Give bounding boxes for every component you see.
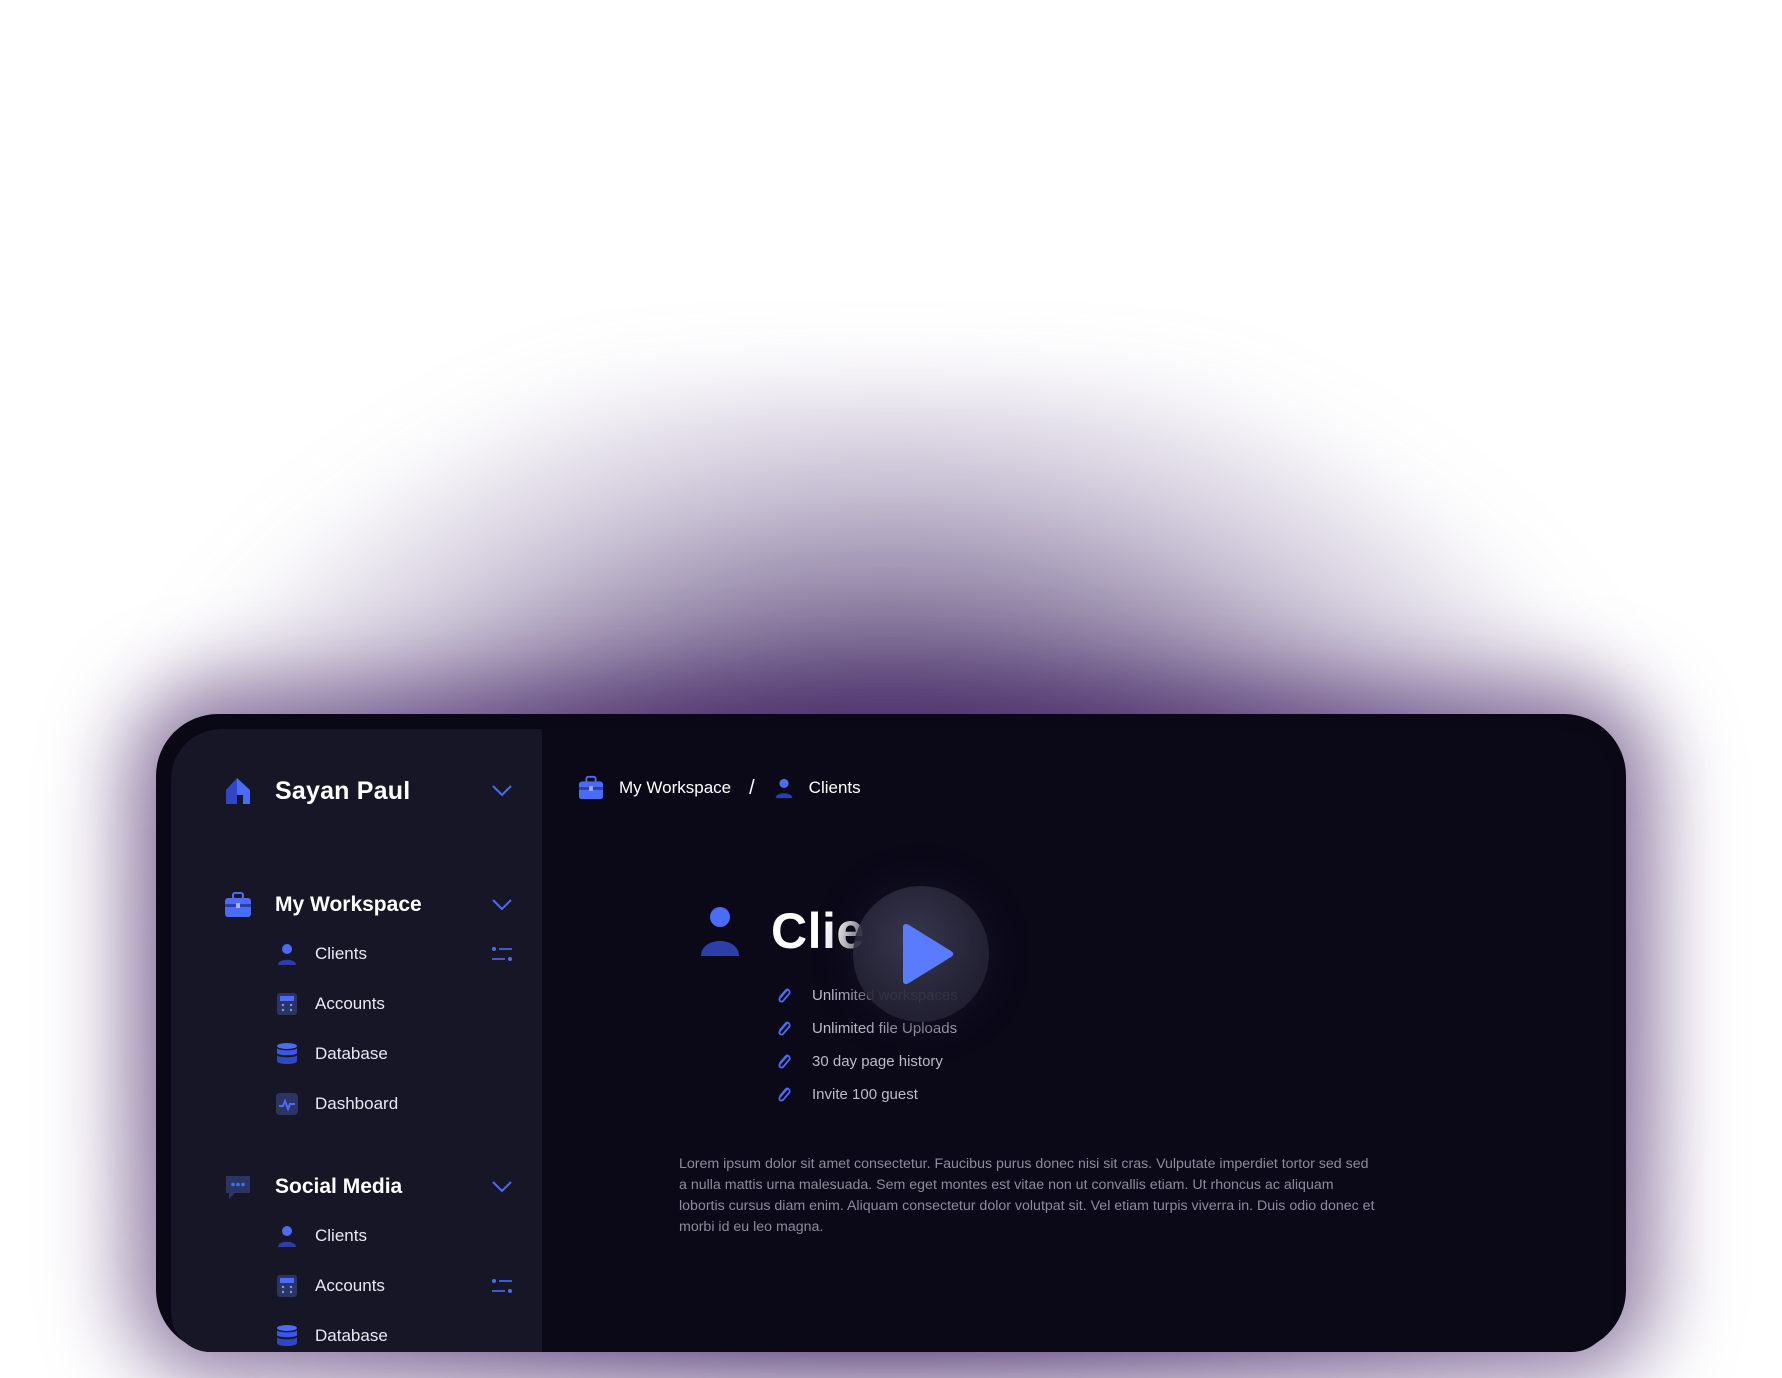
paperclip-icon (778, 988, 791, 1003)
sidebar-item-database[interactable]: Database (275, 1037, 513, 1071)
play-icon (903, 923, 954, 985)
page-header: Clients (699, 901, 867, 961)
chevron-down-icon[interactable] (491, 1180, 513, 1194)
breadcrumb-workspace-link[interactable]: My Workspace (619, 778, 731, 798)
paperclip-icon (778, 1054, 791, 1069)
section-title: My Workspace (275, 893, 422, 916)
database-icon (277, 1325, 297, 1346)
sidebar: Sayan Paul My Workspace Clients Accounts… (171, 729, 542, 1352)
user-switcher[interactable]: Sayan Paul (223, 771, 513, 811)
feature-item: Invite 100 guest (776, 1078, 958, 1111)
breadcrumb-current: Clients (808, 778, 861, 797)
chevron-down-icon[interactable] (491, 784, 513, 798)
sidebar-item-label: Database (315, 1044, 388, 1063)
breadcrumb-separator: / (749, 776, 755, 799)
briefcase-icon (578, 775, 604, 800)
filter-icon[interactable] (491, 1278, 513, 1294)
user-icon (278, 944, 296, 965)
user-icon (278, 1226, 296, 1247)
feature-text: Unlimited file Uploads (812, 1020, 958, 1037)
user-icon (775, 778, 792, 799)
sidebar-item-dashboard[interactable]: Dashboard (275, 1087, 513, 1121)
paperclip-icon (778, 1087, 791, 1102)
sidebar-item-clients[interactable]: Clients (275, 1219, 513, 1253)
section-my-workspace[interactable]: My Workspace (223, 887, 513, 923)
database-icon (277, 1043, 297, 1064)
paperclip-icon (778, 1021, 791, 1036)
sidebar-item-label: Dashboard (315, 1094, 399, 1113)
stage: Sayan Paul My Workspace Clients Accounts… (0, 0, 1782, 1378)
section-title: Social Media (275, 1175, 403, 1198)
user-name: Sayan Paul (275, 776, 411, 805)
calculator-icon (277, 993, 297, 1015)
feature-item: 30 day page history (776, 1045, 958, 1078)
sidebar-item-label: Clients (315, 944, 367, 963)
calculator-icon (277, 1275, 297, 1297)
main-content: My Workspace / Clients Clients (542, 729, 1611, 1352)
sidebar-item-label: Accounts (315, 1276, 385, 1295)
sidebar-item-label: Clients (315, 1226, 367, 1245)
user-icon (701, 907, 739, 956)
sidebar-item-label: Database (315, 1326, 388, 1345)
device-frame: Sayan Paul My Workspace Clients Accounts… (156, 714, 1626, 1352)
briefcase-icon (225, 892, 251, 917)
sidebar-item-accounts[interactable]: Accounts (275, 987, 513, 1021)
section-social-media[interactable]: Social Media (223, 1169, 513, 1205)
play-button[interactable] (853, 886, 989, 1022)
page-description: Lorem ipsum dolor sit amet consectetur. … (679, 1156, 1375, 1235)
sidebar-item-database[interactable]: Database (275, 1319, 513, 1352)
sidebar-item-accounts[interactable]: Accounts (275, 1269, 513, 1303)
sidebar-item-clients[interactable]: Clients (275, 937, 513, 971)
logo-icon (226, 778, 250, 804)
activity-icon (276, 1093, 298, 1115)
filter-icon[interactable] (491, 946, 513, 962)
feature-text: 30 day page history (812, 1053, 943, 1070)
chat-icon (226, 1176, 250, 1199)
feature-text: Invite 100 guest (812, 1086, 918, 1103)
app-screen: Sayan Paul My Workspace Clients Accounts… (171, 729, 1611, 1352)
breadcrumb: My Workspace / Clients (577, 771, 861, 805)
sidebar-item-label: Accounts (315, 994, 385, 1013)
chevron-down-icon[interactable] (491, 898, 513, 912)
